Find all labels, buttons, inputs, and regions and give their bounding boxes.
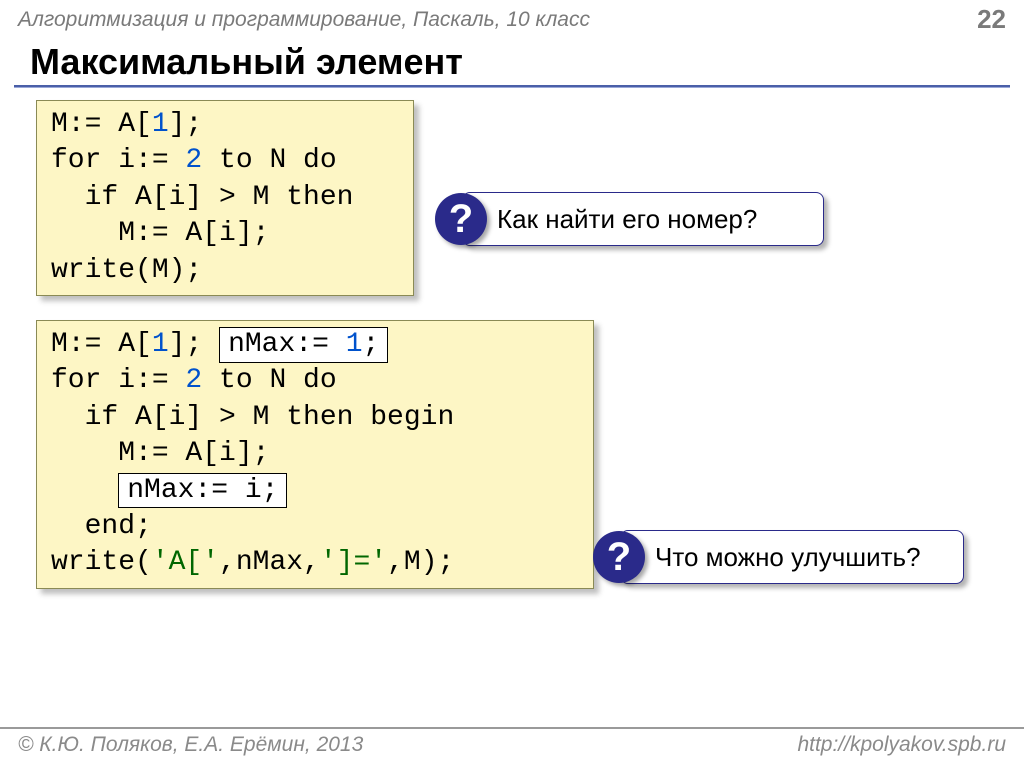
callout-question-2: ? Что можно улучшить? bbox=[620, 530, 964, 584]
callout-text-1: Как найти его номер? bbox=[497, 204, 757, 235]
footer: © К.Ю. Поляков, Е.А. Ерёмин, 2013 http:/… bbox=[0, 727, 1024, 767]
code-insert-2: nMax:= i; bbox=[118, 473, 287, 509]
code-insert-1: nMax:= 1; bbox=[219, 327, 388, 363]
copyright: © К.Ю. Поляков, Е.А. Ерёмин, 2013 bbox=[18, 733, 363, 757]
course-label: Алгоритмизация и программирование, Паска… bbox=[18, 8, 590, 32]
code-block-2: M:= A[1]; nMax:= 1; for i:= 2 to N do if… bbox=[36, 320, 594, 589]
question-mark-icon: ? bbox=[435, 193, 487, 245]
page-title: Максимальный элемент bbox=[0, 37, 1024, 85]
question-mark-icon: ? bbox=[593, 531, 645, 583]
code-block-1: M:= A[1]; for i:= 2 to N do if A[i] > M … bbox=[36, 100, 414, 296]
footer-url: http://kpolyakov.spb.ru bbox=[797, 733, 1006, 757]
callout-text-2: Что можно улучшить? bbox=[655, 542, 921, 573]
callout-question-1: ? Как найти его номер? bbox=[462, 192, 824, 246]
title-rule bbox=[14, 85, 1010, 88]
page-number: 22 bbox=[977, 4, 1006, 35]
